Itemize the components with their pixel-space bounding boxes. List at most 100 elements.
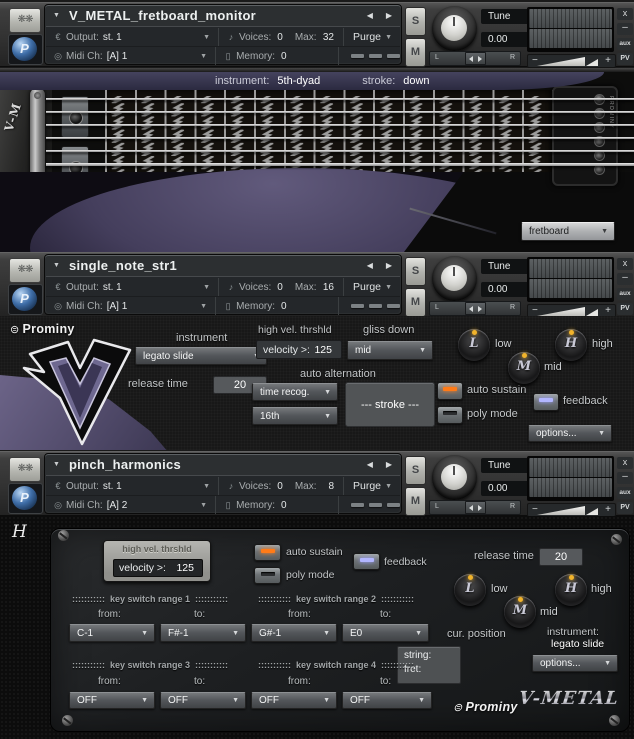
ks3-to-dropdown[interactable]: OFF▼ <box>160 692 246 709</box>
purge-menu[interactable]: Purge ▼ <box>343 477 400 495</box>
volume-slider[interactable]: −+ <box>527 54 616 68</box>
velocity-threshold-value[interactable]: velocity >: 125 <box>256 340 342 359</box>
time-recognition-dropdown[interactable]: time recog.▼ <box>252 383 338 401</box>
pan-slider[interactable]: LR <box>429 301 521 316</box>
volume-thumb[interactable] <box>586 309 598 316</box>
pan-slider[interactable]: LR <box>429 51 521 66</box>
minimize-button[interactable]: – <box>617 23 633 35</box>
slot-title[interactable]: pinch_harmonics <box>69 457 181 472</box>
slot-title[interactable]: single_note_str1 <box>69 258 177 273</box>
mid-knob[interactable]: M <box>504 596 536 628</box>
next-instrument-icon[interactable]: ▶ <box>386 460 392 469</box>
next-instrument-icon[interactable]: ▶ <box>386 261 392 270</box>
slot-options-button[interactable]: ❋❋ <box>9 8 41 33</box>
mute-button[interactable]: M <box>405 487 426 516</box>
high-knob[interactable]: H <box>555 574 587 606</box>
pv-button[interactable]: PV <box>617 502 633 514</box>
auto-sustain-button[interactable] <box>437 382 463 400</box>
solo-button[interactable]: S <box>405 257 426 286</box>
minimize-button[interactable]: – <box>617 472 633 484</box>
close-button[interactable]: x <box>617 258 633 270</box>
pv-button[interactable]: PV <box>617 53 633 65</box>
volume-thumb[interactable] <box>586 59 598 66</box>
midi-channel-select[interactable]: ◎ Midi Ch:[A] 1 ▼ <box>46 47 215 65</box>
feedback-button[interactable] <box>353 553 380 570</box>
gliss-down-dropdown[interactable]: mid▼ <box>347 341 433 360</box>
view-selector-dropdown[interactable]: fretboard ▼ <box>521 222 615 241</box>
pan-slider[interactable]: LR <box>429 500 521 515</box>
solo-button[interactable]: S <box>405 456 426 485</box>
aux-button[interactable]: aux <box>617 288 633 300</box>
chevron-down-icon: ▼ <box>203 284 210 291</box>
chevron-down-icon: ▼ <box>323 630 330 637</box>
output-select[interactable]: € Output:st. 1 ▼ <box>46 28 218 46</box>
instrument-slot-header-3: ❋❋ P ▼ pinch_harmonics ◀▶ € Output:st. 1… <box>0 451 634 516</box>
tune-knob[interactable] <box>432 455 477 500</box>
volume-thumb[interactable] <box>586 508 598 515</box>
pan-thumb[interactable] <box>465 52 486 65</box>
note-division-dropdown[interactable]: 16th▼ <box>252 407 338 425</box>
volume-slider[interactable]: −+ <box>527 503 616 517</box>
ks1-to-dropdown[interactable]: F#-1▼ <box>160 624 246 642</box>
solo-button[interactable]: S <box>405 7 426 36</box>
pan-thumb[interactable] <box>465 302 486 315</box>
instrument-label: instrument <box>176 332 227 344</box>
feedback-button[interactable] <box>533 393 559 411</box>
aux-button[interactable]: aux <box>617 38 633 50</box>
minimize-button[interactable]: – <box>617 273 633 285</box>
pv-button[interactable]: PV <box>617 303 633 315</box>
mid-knob[interactable]: M <box>508 352 540 384</box>
aux-button[interactable]: aux <box>617 487 633 499</box>
slot-options-button[interactable]: ❋❋ <box>9 457 41 482</box>
kontakt-rack: ❋❋ P ▼ V_METAL_fretboard_monitor ◀ ▶ € Ou… <box>0 0 634 739</box>
chevron-down-icon: ▼ <box>232 697 239 704</box>
collapse-arrow-icon[interactable]: ▼ <box>53 12 60 19</box>
ks2-from-dropdown[interactable]: G#-1▼ <box>251 624 337 642</box>
options-dropdown[interactable]: options...▼ <box>528 425 612 442</box>
tune-knob[interactable] <box>432 256 477 301</box>
chevron-down-icon: ▼ <box>203 34 210 41</box>
close-button[interactable]: x <box>617 8 633 20</box>
slot-title[interactable]: V_METAL_fretboard_monitor <box>69 8 256 23</box>
low-knob[interactable]: L <box>454 574 486 606</box>
poly-mode-button[interactable] <box>254 567 281 584</box>
tune-knob[interactable] <box>432 6 477 51</box>
ks4-to-dropdown[interactable]: OFF▼ <box>342 692 432 709</box>
pan-thumb[interactable] <box>465 501 486 514</box>
options-dropdown[interactable]: options...▼ <box>532 655 618 672</box>
purge-menu[interactable]: Purge ▼ <box>343 28 400 46</box>
max-voices-value[interactable]: 16 <box>323 282 334 293</box>
velocity-threshold-value[interactable]: velocity >: 125 <box>113 559 203 577</box>
release-time-value[interactable]: 20 <box>539 548 583 566</box>
ks1-from-dropdown[interactable]: C-1▼ <box>69 624 155 642</box>
collapse-arrow-icon[interactable]: ▼ <box>53 262 60 269</box>
collapse-arrow-icon[interactable]: ▼ <box>53 461 60 468</box>
slot-options-button[interactable]: ❋❋ <box>9 258 41 283</box>
prev-instrument-icon[interactable]: ◀ <box>367 460 373 469</box>
next-instrument-icon[interactable]: ▶ <box>386 11 392 20</box>
close-button[interactable]: x <box>617 457 633 469</box>
purge-menu[interactable]: Purge ▼ <box>343 278 400 296</box>
gear-icon: ❋❋ <box>18 264 33 275</box>
ks4-from-dropdown[interactable]: OFF▼ <box>251 692 337 709</box>
output-select[interactable]: € Output:st. 1 ▼ <box>46 278 218 296</box>
ks2-to-dropdown[interactable]: E0▼ <box>342 624 429 642</box>
prev-instrument-icon[interactable]: ◀ <box>367 261 373 270</box>
to-label: to: <box>380 609 391 620</box>
output-select[interactable]: € Output:st. 1 ▼ <box>46 477 218 495</box>
low-knob[interactable]: L <box>458 329 490 361</box>
max-voices-value[interactable]: 8 <box>328 481 334 492</box>
midi-channel-select[interactable]: ◎ Midi Ch:[A] 1 ▼ <box>46 297 215 315</box>
prominy-logo: P <box>8 284 43 315</box>
high-vel-threshold-label: high vel. thrshld <box>258 324 332 336</box>
midi-channel-select[interactable]: ◎ Midi Ch:[A] 2 ▼ <box>46 496 215 514</box>
max-voices-value[interactable]: 32 <box>323 32 334 43</box>
instrument-dropdown[interactable]: legato slide▼ <box>135 347 267 365</box>
mute-button[interactable]: M <box>405 38 426 67</box>
high-knob[interactable]: H <box>555 329 587 361</box>
prev-instrument-icon[interactable]: ◀ <box>367 11 373 20</box>
poly-mode-button[interactable] <box>437 406 463 424</box>
auto-sustain-button[interactable] <box>254 544 281 561</box>
mute-button[interactable]: M <box>405 288 426 317</box>
ks3-from-dropdown[interactable]: OFF▼ <box>69 692 155 709</box>
